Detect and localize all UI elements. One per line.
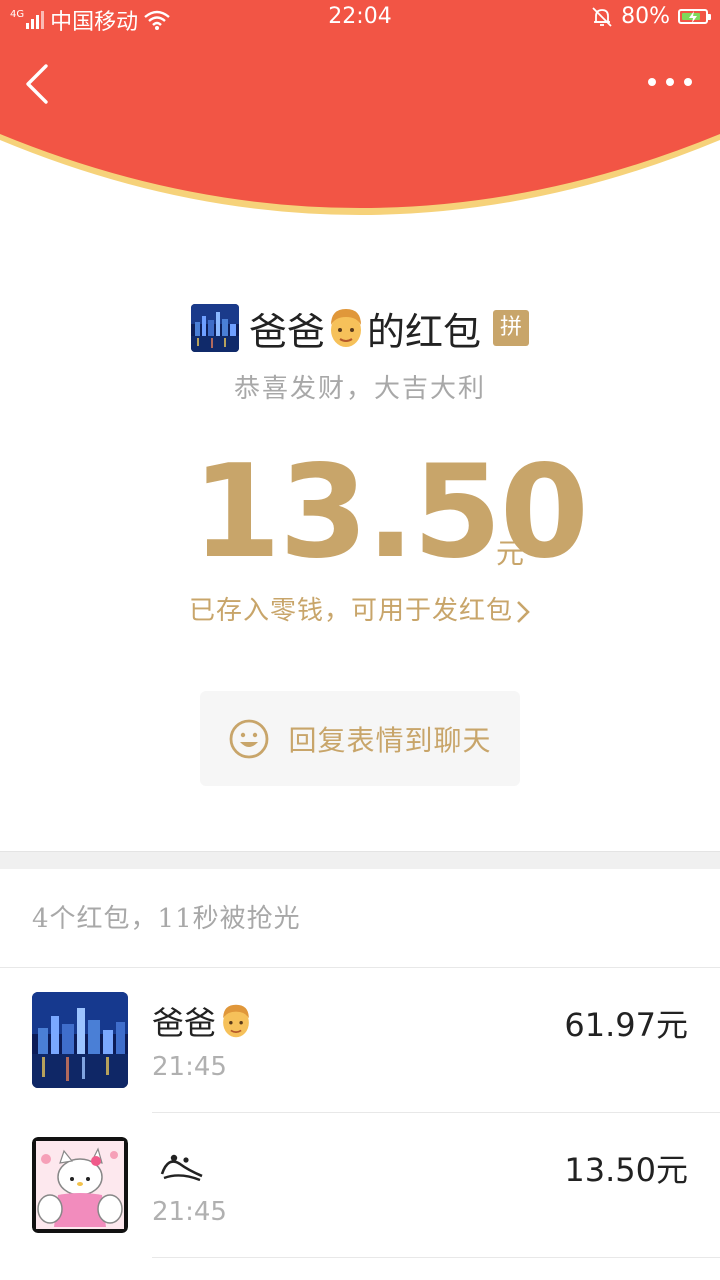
man-emoji-icon [331,309,361,347]
sender-name-suffix: 的红包 [367,309,482,354]
amount-row: 13.50 元 [0,448,720,578]
received-amount: 13.50 [192,438,589,587]
saved-text: 已存入零钱，可用于发红包 [188,596,513,626]
sender-avatar [190,304,239,352]
list-divider [152,1257,720,1258]
bell-off-icon [592,6,612,27]
status-bar: 4G 中国移动 22:04 80% [0,0,720,36]
receive-amount: 13.50元 [564,1151,688,1189]
more-button[interactable] [648,70,692,94]
section-divider [0,851,720,869]
reply-label: 回复表情到聊天 [288,723,492,757]
receive-amount: 61.97元 [564,1006,688,1044]
receive-time: 21:45 [152,1052,227,1082]
receive-time: 21:45 [152,1197,227,1227]
saved-to-wallet-link[interactable]: 已存入零钱，可用于发红包 [0,590,720,627]
smiley-icon [230,719,269,758]
list-divider [0,967,720,968]
sender-name: 爸爸 [248,309,325,354]
receiver-avatar [32,992,128,1088]
chevron-left-icon [26,64,48,104]
group-envelope-badge: 拼 [493,310,530,346]
blessing-text: 恭喜发财，大吉大利 [233,374,486,404]
amount-unit: 元 [496,537,525,570]
status-right: 80% [591,4,711,29]
more-dot [666,78,674,86]
list-divider [152,1112,720,1113]
red-envelope-header [0,0,720,215]
receiver-name [152,1146,208,1186]
receiver-avatar [32,1137,128,1233]
nickname-symbol-icon [160,1154,203,1182]
man-emoji-icon [223,1004,249,1038]
battery-icon [678,9,711,24]
back-button[interactable] [20,62,56,106]
receiver-name: 爸爸 [152,998,254,1044]
sender-row: 爸爸 的红包 拼 [0,302,720,354]
receiver-name-text: 爸爸 [152,1004,217,1042]
list-summary: 4个红包，11秒被抢光 [32,904,301,934]
battery-percent: 80% [621,4,670,29]
more-dot [648,78,656,86]
chevron-right-icon [517,601,530,623]
reply-sticker-button[interactable]: 回复表情到聊天 [200,691,520,786]
more-dot [684,78,692,86]
